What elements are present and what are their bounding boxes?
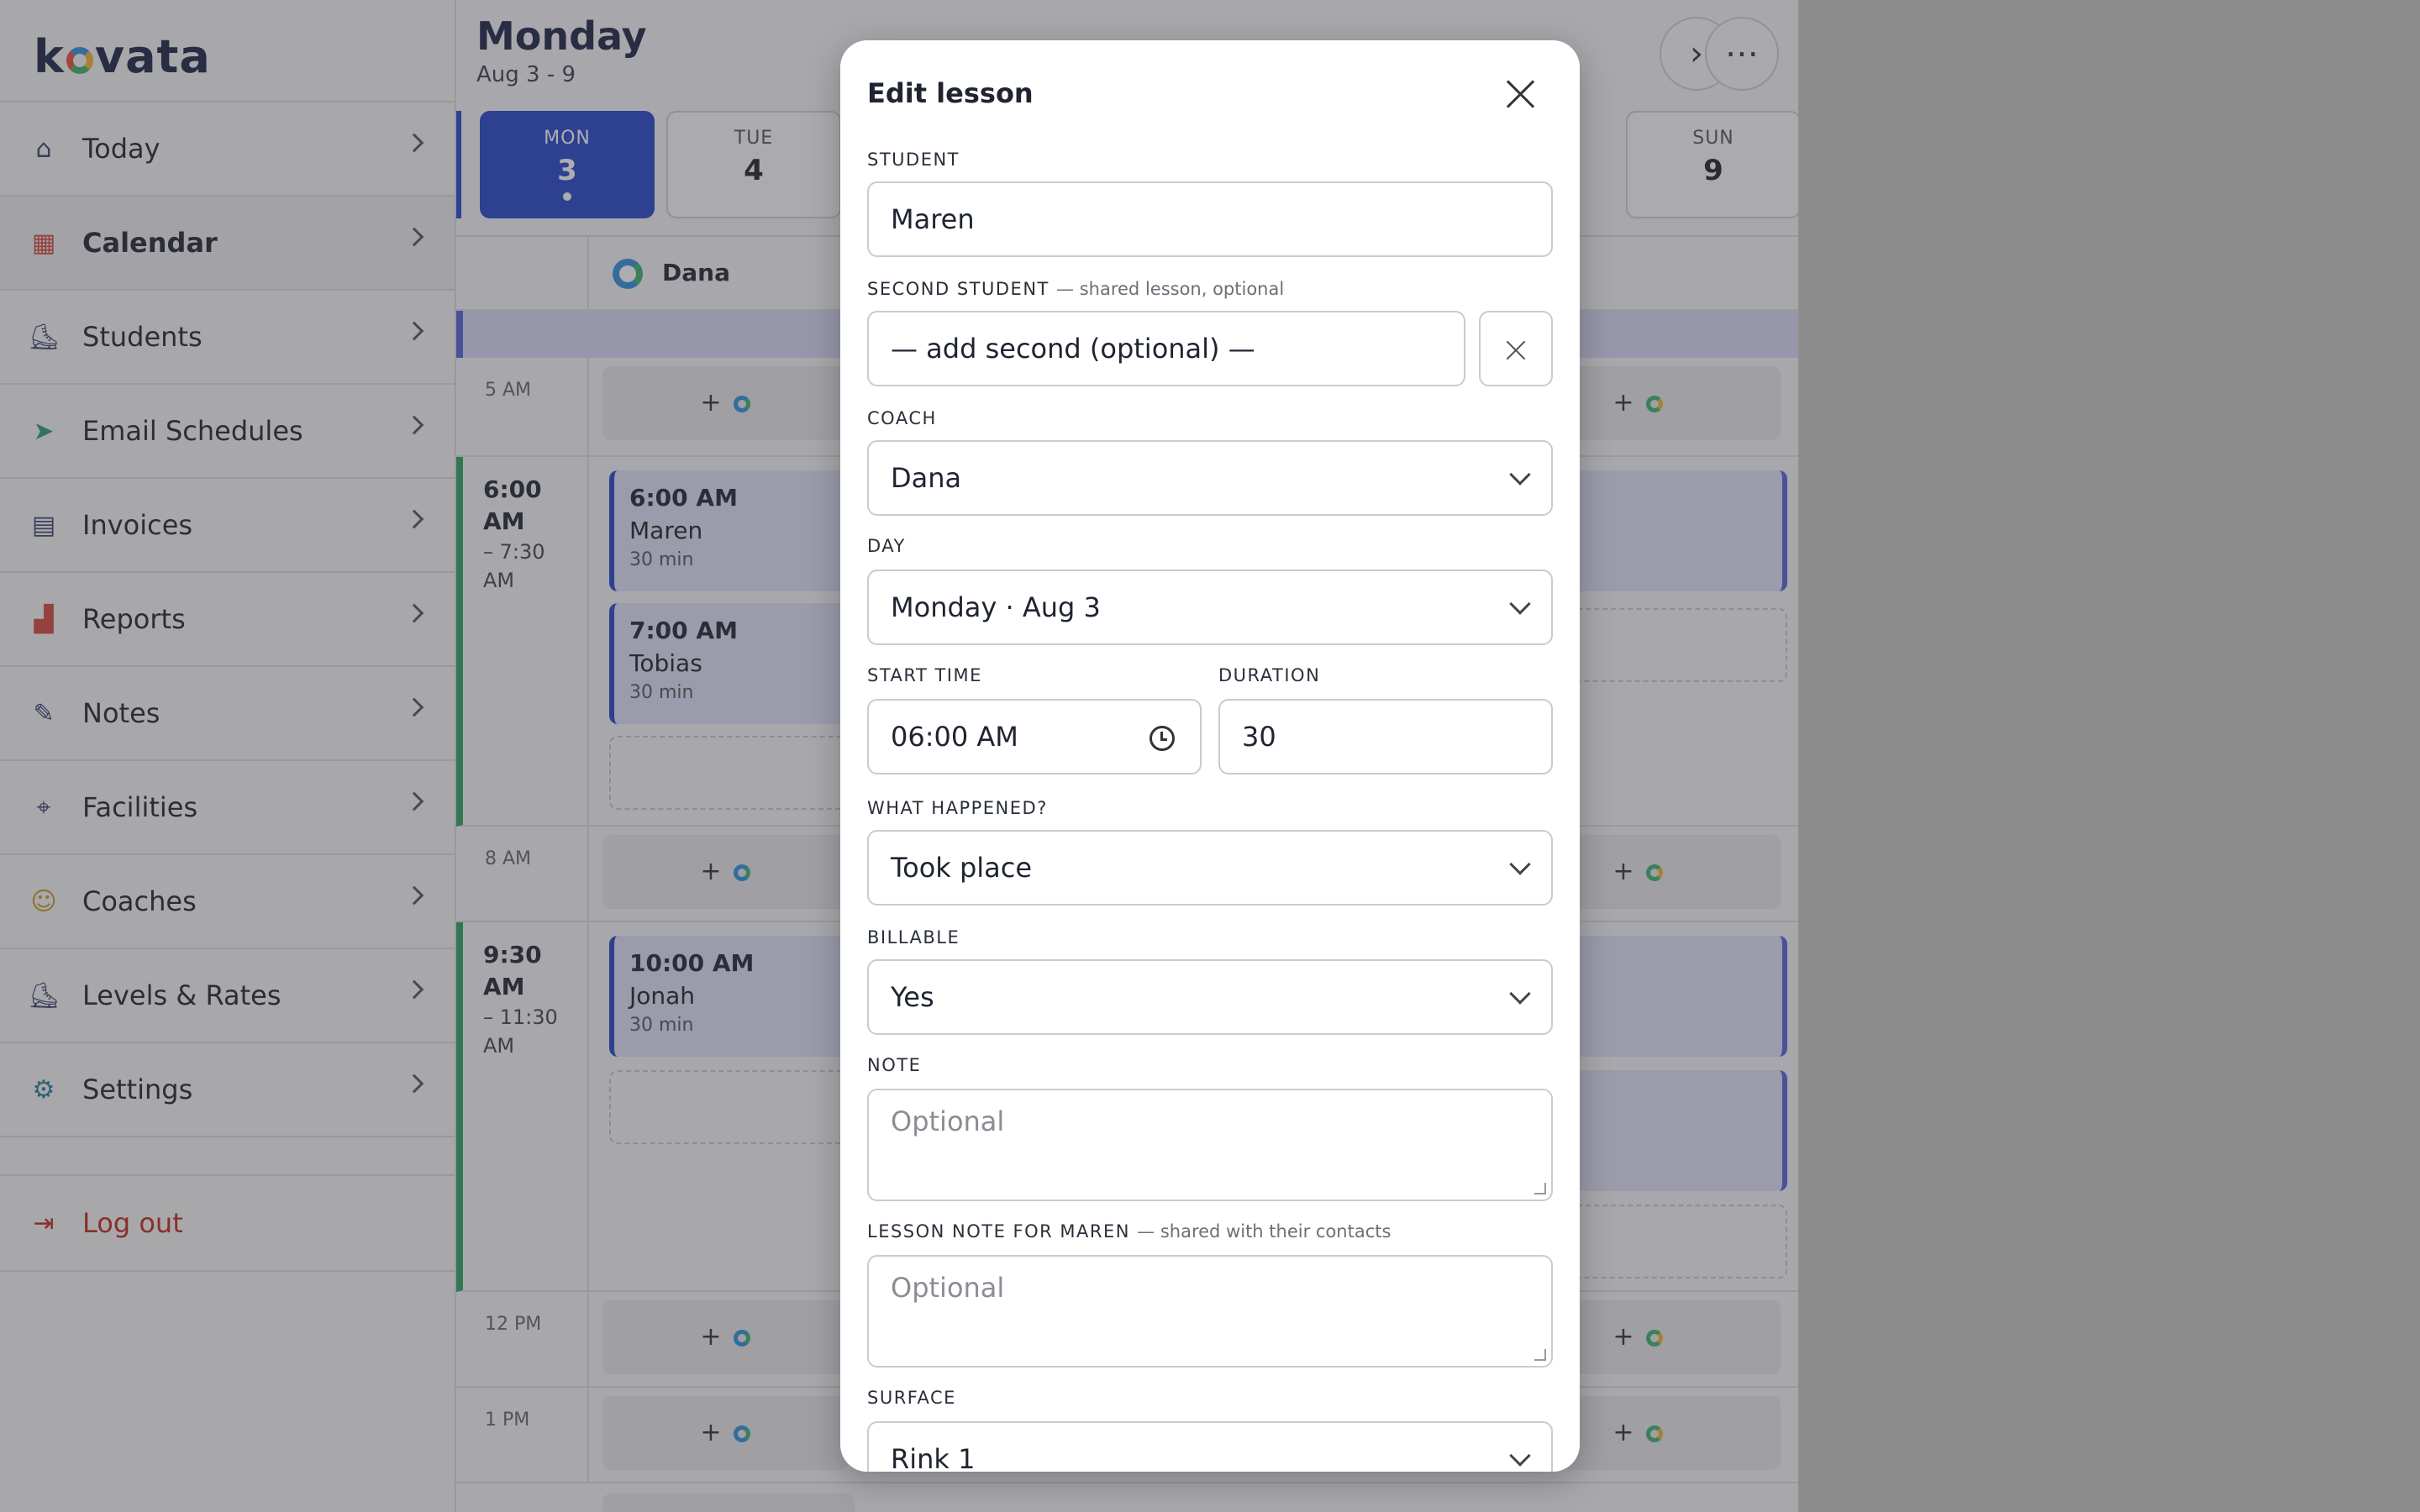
chevron-down-icon — [1509, 593, 1531, 615]
close-icon[interactable] — [1506, 79, 1536, 109]
start-time-label: START TIME — [867, 665, 982, 685]
what-happened-select[interactable]: Took place — [867, 830, 1553, 906]
lesson-note-textarea[interactable]: Optional — [867, 1255, 1553, 1368]
duration-label: DURATION — [1218, 665, 1321, 685]
note-textarea[interactable]: Optional — [867, 1089, 1553, 1201]
clear-second-student-button[interactable] — [1479, 311, 1553, 386]
duration-input[interactable]: 30 — [1218, 699, 1553, 774]
what-happened-label: WHAT HAPPENED? — [867, 798, 1048, 818]
chevron-down-icon — [1509, 1445, 1531, 1467]
chevron-down-icon — [1509, 464, 1531, 486]
lesson-note-label: LESSON NOTE FOR MAREN — shared with thei… — [867, 1221, 1392, 1242]
second-student-label: SECOND STUDENT — shared lesson, optional — [867, 279, 1285, 299]
day-select[interactable]: Monday · Aug 3 — [867, 570, 1553, 645]
billable-label: BILLABLE — [867, 927, 960, 948]
resize-handle-icon[interactable] — [1534, 1349, 1546, 1361]
chevron-down-icon — [1509, 983, 1531, 1005]
student-field[interactable]: Maren — [867, 181, 1553, 257]
resize-handle-icon[interactable] — [1534, 1183, 1546, 1194]
surface-select[interactable]: Rink 1 — [867, 1421, 1553, 1472]
empty-backdrop-area — [1798, 0, 2420, 1512]
start-time-input[interactable]: 06:00 AM — [867, 699, 1202, 774]
note-label: NOTE — [867, 1055, 922, 1075]
day-label: DAY — [867, 536, 906, 556]
coach-label: COACH — [867, 408, 937, 428]
student-label: STUDENT — [867, 150, 960, 170]
surface-label: SURFACE — [867, 1388, 956, 1408]
dialog-title: Edit lesson — [867, 77, 1034, 109]
coach-select[interactable]: Dana — [867, 440, 1553, 516]
billable-select[interactable]: Yes — [867, 959, 1553, 1035]
chevron-down-icon — [1509, 853, 1531, 875]
second-student-field[interactable]: — add second (optional) — — [867, 311, 1465, 386]
edit-lesson-dialog: Edit lesson STUDENT Maren SECOND STUDENT… — [840, 40, 1580, 1472]
clock-icon[interactable] — [1150, 726, 1175, 751]
